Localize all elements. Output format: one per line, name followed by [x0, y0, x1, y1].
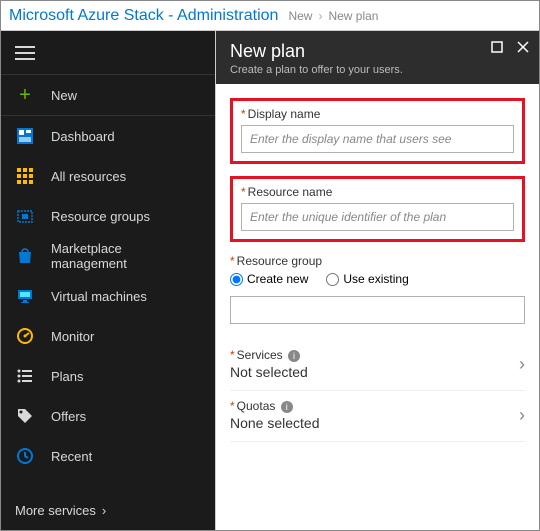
sidebar-item-label: Recent [51, 449, 92, 464]
display-name-label: *Display name [241, 107, 514, 121]
info-icon: i [281, 401, 293, 413]
sidebar-item-recent[interactable]: Recent [1, 436, 215, 476]
sidebar-item-label: Virtual machines [51, 289, 147, 304]
chevron-right-icon: › [519, 354, 525, 375]
radio-create-new[interactable]: Create new [230, 272, 308, 286]
close-button[interactable] [517, 41, 529, 53]
sidebar-item-label: Monitor [51, 329, 94, 344]
hamburger-button[interactable] [1, 31, 215, 75]
resource-group-icon [15, 206, 35, 226]
quotas-value: None selected [230, 415, 320, 431]
more-services-button[interactable]: More services › [1, 491, 215, 530]
quotas-selector[interactable]: *Quotas i None selected › [230, 391, 525, 442]
highlight-resource-name: *Resource name [230, 176, 525, 242]
tag-icon [15, 406, 35, 426]
grid-icon [15, 166, 35, 186]
maximize-icon [491, 41, 503, 53]
highlight-display-name: *Display name [230, 98, 525, 164]
sidebar-item-label: New [51, 88, 77, 103]
clock-icon [15, 446, 35, 466]
radio-use-existing[interactable]: Use existing [326, 272, 408, 286]
sidebar-item-label: All resources [51, 169, 126, 184]
sidebar-item-plans[interactable]: Plans [1, 356, 215, 396]
sidebar: + New Dashboard All resources [1, 31, 215, 530]
services-label: *Services i [230, 348, 308, 362]
close-icon [517, 41, 529, 53]
sidebar-item-marketplace[interactable]: Marketplace management [1, 236, 215, 276]
dashboard-icon [15, 126, 35, 146]
services-selector[interactable]: *Services i Not selected › [230, 340, 525, 391]
sidebar-item-offers[interactable]: Offers [1, 396, 215, 436]
resource-name-label: *Resource name [241, 185, 514, 199]
blade-title: New plan [230, 41, 525, 62]
app-title: Microsoft Azure Stack - Administration [9, 7, 278, 25]
resource-group-input[interactable] [230, 296, 525, 324]
more-services-label: More services [15, 503, 96, 518]
sidebar-item-label: Offers [51, 409, 86, 424]
hamburger-icon [15, 46, 35, 60]
sidebar-item-label: Dashboard [51, 129, 115, 144]
resource-name-input[interactable] [241, 203, 514, 231]
gauge-icon [15, 326, 35, 346]
blade-header: New plan Create a plan to offer to your … [216, 31, 539, 84]
breadcrumb: New › New plan [288, 9, 378, 23]
blade-new-plan: New plan Create a plan to offer to your … [215, 31, 539, 530]
sidebar-item-label: Marketplace management [51, 241, 201, 271]
sidebar-item-label: Resource groups [51, 209, 150, 224]
services-value: Not selected [230, 364, 308, 380]
shopping-bag-icon [15, 246, 35, 266]
resource-group-label: *Resource group [230, 254, 525, 268]
sidebar-item-new[interactable]: + New [1, 75, 215, 115]
breadcrumb-item[interactable]: New plan [328, 9, 378, 23]
sidebar-item-label: Plans [51, 369, 84, 384]
plus-icon: + [15, 85, 35, 105]
topbar: Microsoft Azure Stack - Administration N… [1, 1, 539, 31]
breadcrumb-item[interactable]: New [288, 9, 312, 23]
quotas-label: *Quotas i [230, 399, 320, 413]
resource-group-field: *Resource group Create new Use existing [230, 254, 525, 324]
sidebar-item-virtual-machines[interactable]: Virtual machines [1, 276, 215, 316]
maximize-button[interactable] [491, 41, 503, 53]
sidebar-item-all-resources[interactable]: All resources [1, 156, 215, 196]
display-name-input[interactable] [241, 125, 514, 153]
sidebar-item-monitor[interactable]: Monitor [1, 316, 215, 356]
sidebar-item-dashboard[interactable]: Dashboard [1, 116, 215, 156]
list-icon [15, 366, 35, 386]
chevron-right-icon: › [318, 9, 322, 23]
info-icon: i [288, 350, 300, 362]
chevron-right-icon: › [102, 503, 106, 518]
sidebar-item-resource-groups[interactable]: Resource groups [1, 196, 215, 236]
blade-subtitle: Create a plan to offer to your users. [230, 64, 525, 76]
monitor-icon [15, 286, 35, 306]
chevron-right-icon: › [519, 405, 525, 426]
